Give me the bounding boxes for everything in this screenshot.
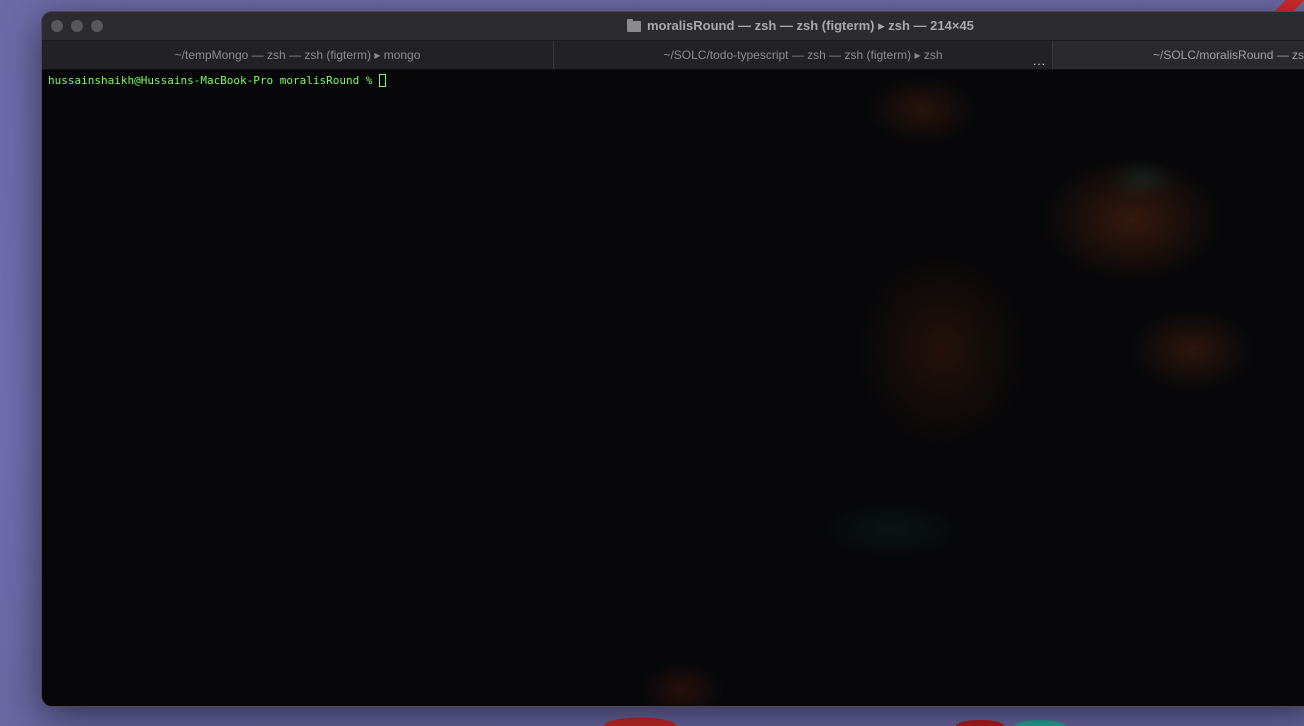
prompt-line: hussainshaikh@Hussains-MacBook-Pro moral… xyxy=(42,70,1304,91)
tab-label: ~/SOLC/todo-typescript — zsh — zsh (figt… xyxy=(663,48,943,62)
window-title-text: moralisRound — zsh — zsh (figterm) ▸ zsh… xyxy=(647,18,974,33)
tab-bar: ~/tempMongo — zsh — zsh (figterm) ▸ mong… xyxy=(42,41,1304,70)
terminal-window: moralisRound — zsh — zsh (figterm) ▸ zsh… xyxy=(42,12,1304,706)
tab-todo-typescript[interactable]: ~/SOLC/todo-typescript — zsh — zsh (figt… xyxy=(554,41,1053,69)
wallpaper-bottom xyxy=(560,704,1160,726)
tab-label: ~/SOLC/moralisRound — zsh xyxy=(1153,48,1304,62)
tab-moralisround[interactable]: ~/SOLC/moralisRound — zsh xyxy=(1053,41,1304,69)
close-button[interactable] xyxy=(51,20,63,32)
prompt-text: hussainshaikh@Hussains-MacBook-Pro moral… xyxy=(48,74,373,87)
background-image xyxy=(42,70,1304,706)
title-bar[interactable]: moralisRound — zsh — zsh (figterm) ▸ zsh… xyxy=(42,12,1304,41)
terminal-area[interactable]: hussainshaikh@Hussains-MacBook-Pro moral… xyxy=(42,70,1304,706)
desktop: moralisRound — zsh — zsh (figterm) ▸ zsh… xyxy=(0,0,1304,726)
tab-overflow-icon[interactable]: ... xyxy=(1033,55,1046,67)
folder-icon xyxy=(627,18,641,32)
window-controls xyxy=(51,20,103,32)
cursor xyxy=(378,74,386,87)
tab-tempmongo[interactable]: ~/tempMongo — zsh — zsh (figterm) ▸ mong… xyxy=(42,41,554,69)
minimize-button[interactable] xyxy=(71,20,83,32)
window-title: moralisRound — zsh — zsh (figterm) ▸ zsh… xyxy=(627,12,974,40)
tab-label: ~/tempMongo — zsh — zsh (figterm) ▸ mong… xyxy=(174,48,421,62)
zoom-button[interactable] xyxy=(91,20,103,32)
